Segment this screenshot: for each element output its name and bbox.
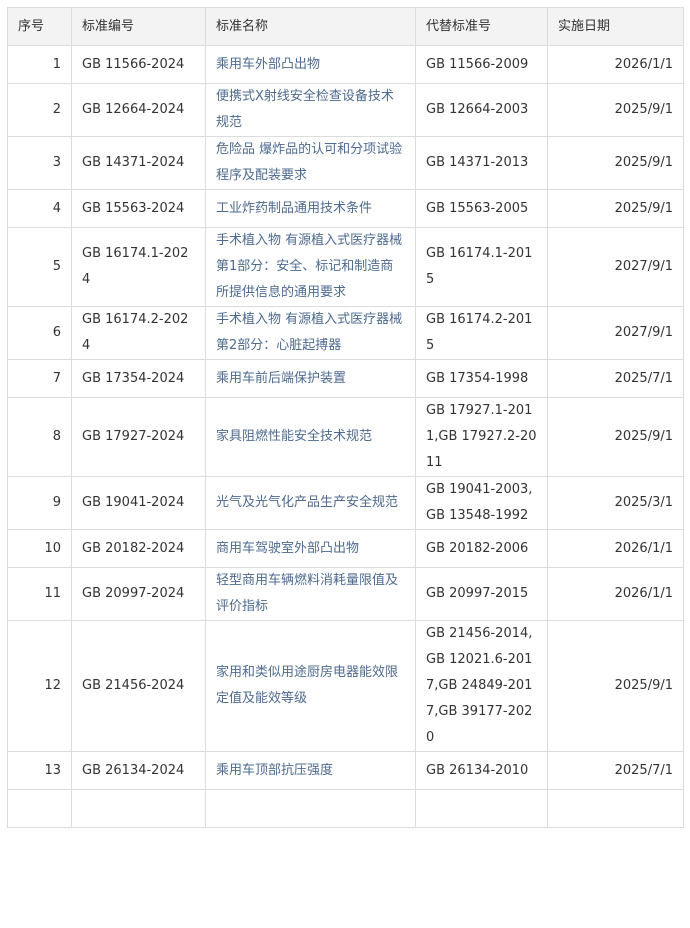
cell-code: GB 21456-2024	[71, 620, 206, 752]
cell-no: 8	[7, 397, 72, 477]
cell-name[interactable]: 乘用车前后端保护装置	[205, 359, 416, 398]
cell-date: 2027/9/1	[547, 227, 684, 307]
cell-code: GB 17354-2024	[71, 359, 206, 398]
cell-date: 2025/9/1	[547, 189, 684, 228]
cell-date: 2025/7/1	[547, 751, 684, 790]
cell-replaces: GB 20997-2015	[415, 567, 548, 621]
table-row: 4 GB 15563-2024 工业炸药制品通用技术条件 GB 15563-2005 2…	[7, 189, 684, 228]
table-row: 2 GB 12664-2024 便携式X射线安全检查设备技术规范 GB 12664-2…	[7, 83, 684, 137]
cell-replaces: GB 17927.1-2011,GB 17927.2-2011	[415, 397, 548, 477]
cell-code: GB 16174.1-2024	[71, 227, 206, 307]
cell-replaces: GB 19041-2003,GB 13548-1992	[415, 476, 548, 530]
cell-no: 4	[7, 189, 72, 228]
cell-code: GB 19041-2024	[71, 476, 206, 530]
table-row: 11 GB 20997-2024 轻型商用车辆燃料消耗量限值及评价指标 GB 2099…	[7, 567, 684, 621]
cell-name[interactable]: 危险品 爆炸品的认可和分项试验程序及配装要求	[205, 136, 416, 190]
header-date: 实施日期	[547, 7, 684, 46]
cell-date: 2025/9/1	[547, 83, 684, 137]
cell-code: GB 14371-2024	[71, 136, 206, 190]
cell-replaces: GB 26134-2010	[415, 751, 548, 790]
cell-no	[7, 789, 72, 828]
cell-name[interactable]: 家用和类似用途厨房电器能效限定值及能效等级	[205, 620, 416, 752]
table-row: 8 GB 17927-2024 家具阻燃性能安全技术规范 GB 17927.1-201…	[7, 397, 684, 477]
cell-no: 2	[7, 83, 72, 137]
cell-code	[71, 789, 206, 828]
table-row: 7 GB 17354-2024 乘用车前后端保护装置 GB 17354-1998 202…	[7, 359, 684, 398]
cell-date: 2025/7/1	[547, 359, 684, 398]
cell-no: 1	[7, 45, 72, 84]
cell-name[interactable]: 手术植入物 有源植入式医疗器械 第1部分：安全、标记和制造商所提供信息的通用要求	[205, 227, 416, 307]
cell-name[interactable]: 光气及光气化产品生产安全规范	[205, 476, 416, 530]
cell-replaces: GB 21456-2014,GB 12021.6-2017,GB 24849-2…	[415, 620, 548, 752]
cell-code: GB 20182-2024	[71, 529, 206, 568]
cell-code: GB 15563-2024	[71, 189, 206, 228]
cell-code: GB 17927-2024	[71, 397, 206, 477]
cell-replaces: GB 11566-2009	[415, 45, 548, 84]
cell-code: GB 16174.2-2024	[71, 306, 206, 360]
cell-no: 9	[7, 476, 72, 530]
table-row: 5 GB 16174.1-2024 手术植入物 有源植入式医疗器械 第1部分：安全、…	[7, 227, 684, 307]
cell-name[interactable]: 手术植入物 有源植入式医疗器械 第2部分：心脏起搏器	[205, 306, 416, 360]
cell-no: 12	[7, 620, 72, 752]
cell-replaces: GB 17354-1998	[415, 359, 548, 398]
cell-replaces: GB 16174.1-2015	[415, 227, 548, 307]
cell-name[interactable]: 乘用车顶部抗压强度	[205, 751, 416, 790]
cell-replaces: GB 15563-2005	[415, 189, 548, 228]
cell-replaces: GB 14371-2013	[415, 136, 548, 190]
cell-date: 2025/9/1	[547, 397, 684, 477]
table-row: 10 GB 20182-2024 商用车驾驶室外部凸出物 GB 20182-2006 2…	[7, 529, 684, 568]
cell-date: 2026/1/1	[547, 45, 684, 84]
cell-no: 13	[7, 751, 72, 790]
cell-replaces: GB 16174.2-2015	[415, 306, 548, 360]
cell-replaces: GB 20182-2006	[415, 529, 548, 568]
cell-name[interactable]	[205, 789, 416, 828]
header-code: 标准编号	[71, 7, 206, 46]
cell-no: 10	[7, 529, 72, 568]
cell-name[interactable]: 便携式X射线安全检查设备技术规范	[205, 83, 416, 137]
cell-code: GB 11566-2024	[71, 45, 206, 84]
page: 序号 标准编号 标准名称 代替标准号 实施日期 1 GB 11566-2024 乘用…	[0, 0, 690, 928]
cell-no: 11	[7, 567, 72, 621]
cell-date: 2027/9/1	[547, 306, 684, 360]
table-row	[7, 789, 684, 828]
cell-date: 2026/1/1	[547, 567, 684, 621]
cell-no: 5	[7, 227, 72, 307]
table-body: 1 GB 11566-2024 乘用车外部凸出物 GB 11566-2009 2026/…	[7, 45, 684, 828]
cell-name[interactable]: 商用车驾驶室外部凸出物	[205, 529, 416, 568]
table-row: 9 GB 19041-2024 光气及光气化产品生产安全规范 GB 19041-200…	[7, 476, 684, 530]
table-row: 1 GB 11566-2024 乘用车外部凸出物 GB 11566-2009 2026/…	[7, 45, 684, 84]
header-row: 序号 标准编号 标准名称 代替标准号 实施日期	[7, 7, 684, 46]
table-row: 13 GB 26134-2024 乘用车顶部抗压强度 GB 26134-2010 202…	[7, 751, 684, 790]
cell-code: GB 26134-2024	[71, 751, 206, 790]
header-no: 序号	[7, 7, 72, 46]
cell-code: GB 12664-2024	[71, 83, 206, 137]
cell-replaces	[415, 789, 548, 828]
table-header: 序号 标准编号 标准名称 代替标准号 实施日期	[7, 7, 684, 46]
table-row: 6 GB 16174.2-2024 手术植入物 有源植入式医疗器械 第2部分：心脏起…	[7, 306, 684, 360]
cell-name[interactable]: 轻型商用车辆燃料消耗量限值及评价指标	[205, 567, 416, 621]
table-row: 12 GB 21456-2024 家用和类似用途厨房电器能效限定值及能效等级 GB 2…	[7, 620, 684, 752]
table-row: 3 GB 14371-2024 危险品 爆炸品的认可和分项试验程序及配装要求 GB 1…	[7, 136, 684, 190]
cell-date: 2025/9/1	[547, 136, 684, 190]
cell-name[interactable]: 工业炸药制品通用技术条件	[205, 189, 416, 228]
standards-table: 序号 标准编号 标准名称 代替标准号 实施日期 1 GB 11566-2024 乘用…	[7, 7, 684, 828]
cell-code: GB 20997-2024	[71, 567, 206, 621]
header-name: 标准名称	[205, 7, 416, 46]
cell-name[interactable]: 家具阻燃性能安全技术规范	[205, 397, 416, 477]
cell-date	[547, 789, 684, 828]
cell-date: 2026/1/1	[547, 529, 684, 568]
header-replaces: 代替标准号	[415, 7, 548, 46]
cell-no: 3	[7, 136, 72, 190]
cell-name[interactable]: 乘用车外部凸出物	[205, 45, 416, 84]
cell-date: 2025/9/1	[547, 620, 684, 752]
cell-date: 2025/3/1	[547, 476, 684, 530]
cell-replaces: GB 12664-2003	[415, 83, 548, 137]
cell-no: 6	[7, 306, 72, 360]
cell-no: 7	[7, 359, 72, 398]
